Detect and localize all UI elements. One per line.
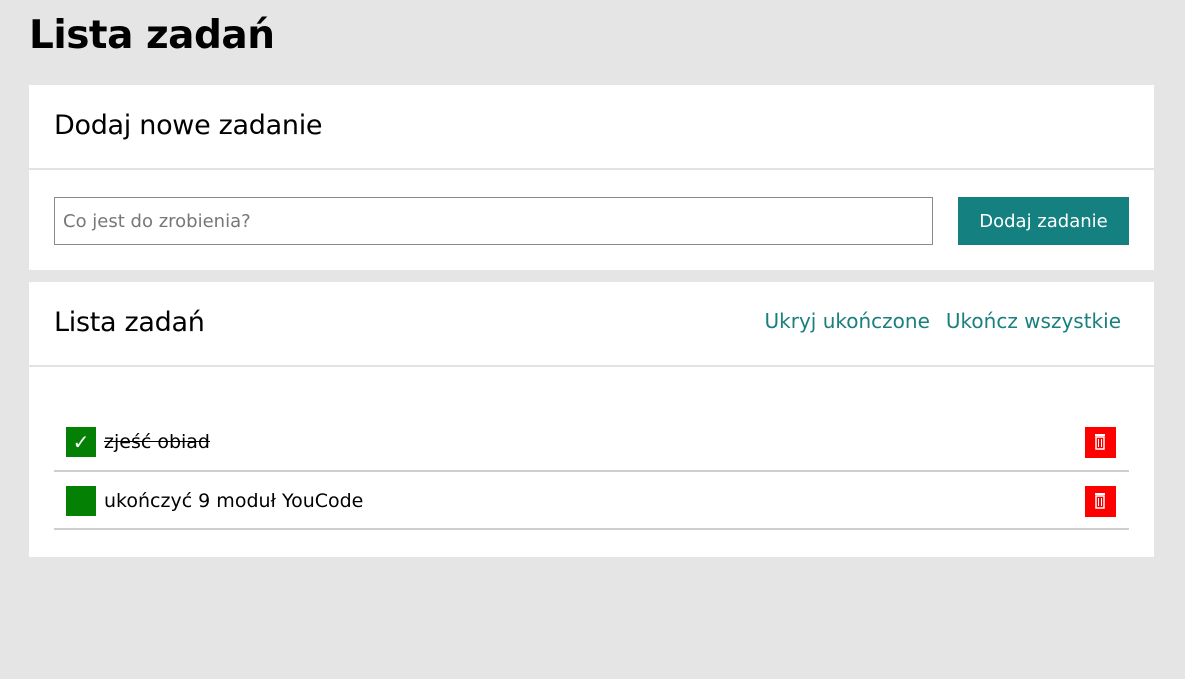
task-text: ukończyć 9 moduł YouCode [104,490,364,512]
add-task-header: Dodaj nowe zadanie [29,85,1154,170]
task-row: ukończyć 9 moduł YouCode [54,472,1129,530]
hide-completed-link[interactable]: Ukryj ukończone [765,306,930,336]
add-task-button[interactable]: Dodaj zadanie [958,197,1129,245]
checkbox-empty-icon[interactable] [66,486,96,516]
page: Lista zadań Dodaj nowe zadanie Dodaj zad… [0,0,1185,679]
task-input[interactable] [54,197,933,245]
complete-all-link[interactable]: Ukończ wszystkie [946,306,1121,336]
task-list: ✓ zjeść obiad ukończyć 9 moduł YouCode [54,413,1129,530]
delete-task-button[interactable] [1085,427,1116,458]
task-list-card: Lista zadań Ukryj ukończone Ukończ wszys… [29,282,1154,557]
task-list-actions: Ukryj ukończone Ukończ wszystkie [765,306,1121,336]
task-row: ✓ zjeść obiad [54,413,1129,472]
add-task-title: Dodaj nowe zadanie [54,110,323,141]
task-text: zjeść obiad [104,431,210,453]
add-task-card: Dodaj nowe zadanie Dodaj zadanie [29,85,1154,270]
delete-task-button[interactable] [1085,486,1116,517]
task-list-title: Lista zadań [54,307,205,338]
trash-icon [1095,434,1105,450]
task-list-header: Lista zadań Ukryj ukończone Ukończ wszys… [29,282,1154,367]
page-title: Lista zadań [29,13,275,58]
trash-icon [1095,493,1105,509]
checkmark-icon[interactable]: ✓ [66,427,96,457]
